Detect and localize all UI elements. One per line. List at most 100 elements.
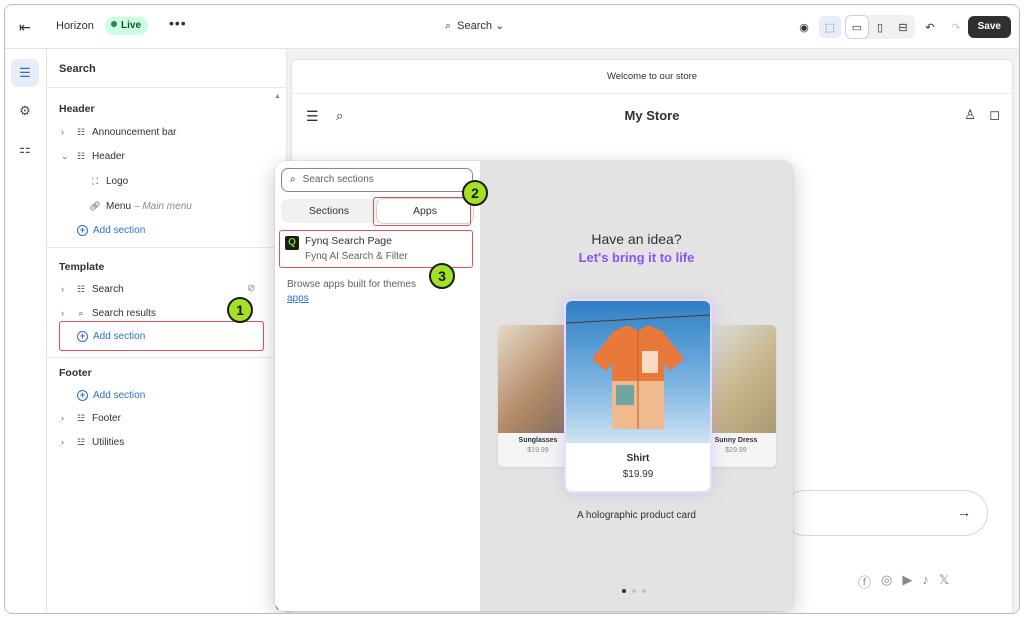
add-section-label: Add section [93, 224, 146, 236]
chevron-right-icon: › [61, 413, 64, 423]
section-icon: ☷ [76, 126, 86, 137]
live-badge: Live [105, 17, 149, 35]
app-window: ⇤ Horizon Live ••• ⌕ Search ⌄ ◉ ⬚ ▭ ▯ ⊟ ↶… [4, 4, 1020, 614]
redo-icon[interactable]: ↷ [945, 16, 967, 38]
step-badge-2: 2 [462, 180, 488, 206]
browse-text: Browse apps built for themes [287, 279, 416, 290]
product-name: Shirt [626, 453, 650, 464]
settings-icon[interactable]: ⚙ [11, 97, 39, 125]
fullscreen-view-icon[interactable]: ⊟ [892, 16, 914, 38]
sidebar-item-header[interactable]: ⌄ ☷ Header [61, 147, 125, 165]
announcement-bar: Welcome to our store [292, 60, 1012, 94]
sidebar-item-label: Utilities [92, 436, 125, 448]
top-bar: ⇤ Horizon Live ••• ⌕ Search ⌄ ◉ ⬚ ▭ ▯ ⊟ ↶… [5, 5, 1019, 49]
step-badge-3: 3 [429, 263, 455, 289]
search-sections-input[interactable]: ⌕ Search sections [281, 168, 473, 192]
undo-icon[interactable]: ↶ [919, 16, 941, 38]
carousel-dot[interactable] [642, 589, 646, 593]
divider [47, 87, 287, 88]
plus-circle-icon: + [77, 389, 88, 401]
sidebar-item-label: Search [92, 283, 124, 295]
section-icon: ☳ [76, 436, 86, 447]
popover-promo-pane: Have an idea? Let's bring it to life Sun… [480, 161, 793, 611]
live-dot-icon [111, 21, 117, 27]
tiktok-icon[interactable]: ♪ [922, 572, 929, 591]
sidebar-item-label: Search results [92, 307, 156, 319]
group-header-label: Header [59, 103, 95, 115]
newsletter-input[interactable]: → [782, 490, 988, 536]
link-icon: 🔗︎ [89, 200, 101, 211]
ai-assistant-icon[interactable]: ◉ [793, 16, 815, 38]
apps-icon[interactable]: ⚏ [11, 135, 39, 163]
add-section-template-button[interactable]: + Add section [77, 327, 145, 345]
store-header: ☰ ⌕ My Store ♙ ◻ [292, 94, 1012, 140]
eye-slash-icon[interactable]: ⊘ [247, 283, 255, 294]
promo-subtitle: Let's bring it to life [578, 250, 695, 265]
group-footer-label: Footer [59, 367, 92, 379]
chevron-down-icon: ⌄ [495, 20, 505, 32]
add-section-label: Add section [93, 330, 146, 342]
highlight-box-step-2 [373, 197, 471, 226]
shirt-illustration [566, 314, 710, 429]
viewport-switcher: ▭ ▯ ⊟ [845, 15, 915, 39]
page-selector[interactable]: ⌕ Search ⌄ [445, 19, 504, 33]
divider [47, 357, 287, 358]
save-button[interactable]: Save [967, 16, 1011, 38]
inspector-icon[interactable]: ⬚ [819, 16, 841, 38]
x-icon[interactable]: 𝕏 [939, 572, 949, 591]
theme-name: Horizon [56, 20, 94, 32]
youtube-icon[interactable]: ▶ [902, 572, 912, 591]
add-section-label: Add section [93, 389, 146, 401]
chevron-right-icon: › [61, 308, 64, 318]
carousel-dot[interactable] [622, 589, 626, 593]
chevron-right-icon: › [61, 284, 64, 294]
sections-icon[interactable]: ☰ [11, 59, 39, 87]
scroll-up-icon[interactable]: ▲ [274, 93, 281, 100]
live-label: Live [121, 20, 142, 31]
sidebar-item-announcement-bar[interactable]: › ☷ Announcement bar [61, 123, 177, 141]
add-section-header-button[interactable]: + Add section [77, 221, 145, 239]
sidebar-item-footer[interactable]: › ☳ Footer [61, 409, 121, 427]
exit-icon[interactable]: ⇤ [19, 19, 35, 35]
desktop-view-icon[interactable]: ▭ [846, 16, 868, 38]
chevron-right-icon: › [61, 127, 64, 137]
instagram-icon[interactable]: ◎ [881, 572, 892, 591]
more-actions-button[interactable]: ••• [169, 15, 187, 31]
plus-circle-icon: + [77, 224, 88, 236]
tab-sections[interactable]: Sections [281, 199, 377, 223]
group-template-label: Template [59, 261, 105, 273]
promo-title: Have an idea? [591, 231, 682, 247]
sidebar-item-logo[interactable]: ⛶ Logo [89, 172, 128, 190]
search-icon: ⌕ [290, 174, 296, 185]
sections-sidebar: Search ▲ Header › ☷ Announcement bar ⌄ ☷… [47, 49, 287, 613]
sidebar-item-label: Logo [106, 175, 129, 187]
facebook-icon[interactable]: ⓕ [858, 572, 871, 591]
sidebar-item-utilities[interactable]: › ☳ Utilities [61, 433, 124, 451]
sidebar-item-search-results[interactable]: › ⌕ Search results [61, 304, 156, 322]
section-icon: ☷ [76, 150, 86, 161]
plus-circle-icon: + [77, 330, 88, 342]
carousel-dot[interactable] [632, 589, 636, 593]
account-icon[interactable]: ♙ [964, 107, 976, 123]
section-icon: ☳ [76, 412, 86, 423]
cart-icon[interactable]: ◻ [989, 107, 1000, 123]
chevron-right-icon: › [61, 437, 64, 447]
sidebar-item-menu[interactable]: 🔗︎ Menu – Main menu [89, 197, 192, 215]
search-placeholder: Search sections [302, 174, 374, 185]
arrow-right-icon[interactable]: → [957, 504, 971, 520]
divider [47, 247, 287, 248]
menu-subtitle: – Main menu [134, 200, 192, 212]
search-icon: ⌕ [445, 20, 452, 32]
browse-apps-link[interactable]: apps [287, 293, 309, 304]
product-price: $19.99 [622, 469, 654, 480]
search-icon: ⌕ [78, 307, 84, 318]
add-section-popover: ⌕ Search sections Sections Apps Q Fynq Se… [275, 161, 793, 611]
mobile-view-icon[interactable]: ▯ [869, 16, 891, 38]
promo-caption: A holographic product card [577, 510, 696, 521]
carousel-dots[interactable] [622, 589, 646, 593]
page-selector-label: Search [457, 20, 493, 32]
sidebar-item-search[interactable]: › ☷ Search [61, 280, 124, 298]
chevron-down-icon: ⌄ [61, 150, 69, 161]
add-section-footer-button[interactable]: + Add section [77, 386, 145, 404]
sidebar-item-label: Header [92, 150, 125, 162]
